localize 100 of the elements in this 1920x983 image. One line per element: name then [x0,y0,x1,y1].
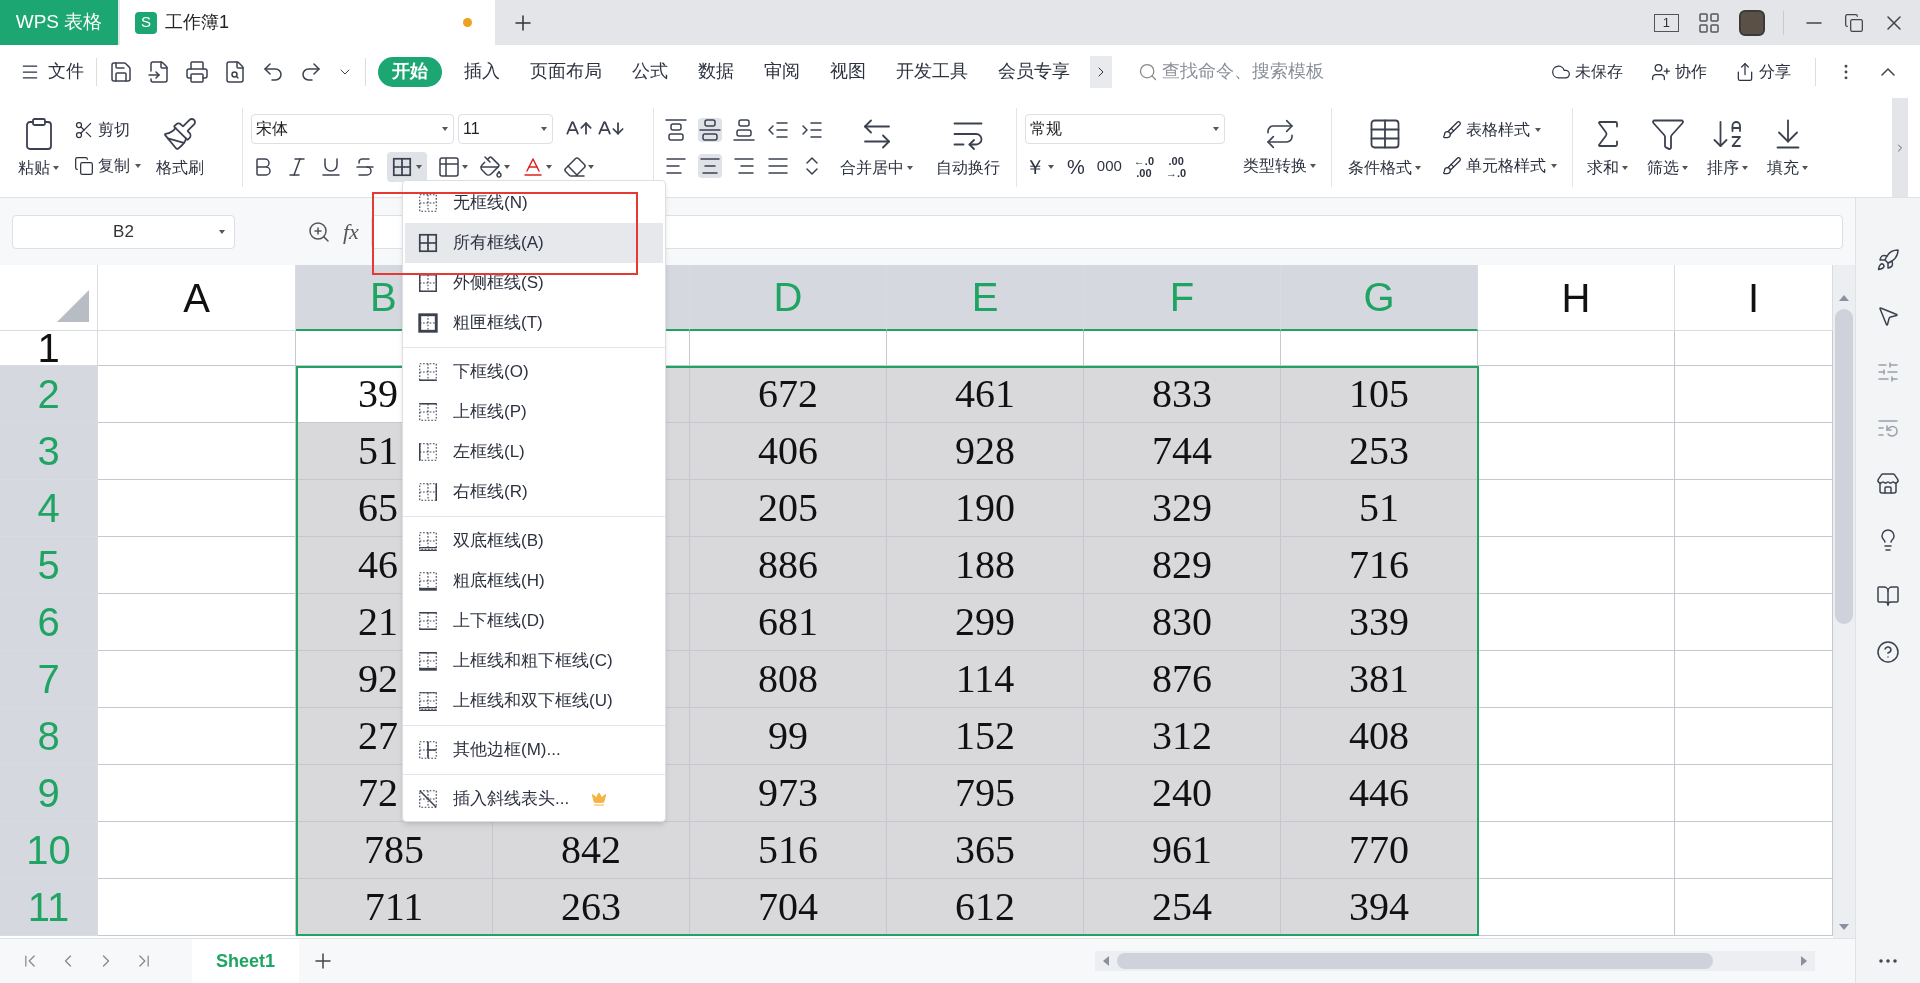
horizontal-scrollbar[interactable] [1095,951,1815,971]
border-style-icon [417,361,439,383]
column-letter: E [971,274,999,321]
sliders-icon[interactable] [1876,360,1900,384]
format-painter-button[interactable]: 格式刷 [150,111,210,184]
table-cell: 114 [887,651,1084,708]
table-cell: 406 [690,423,887,480]
ribbon-tab[interactable]: 审阅 [756,56,808,87]
table-cell: 886 [690,537,887,594]
caret-icon [1414,163,1422,172]
conditional-format-button[interactable]: 条件格式 [1342,111,1428,184]
copy-button[interactable]: 复制 [70,151,146,180]
zoom-icon[interactable] [307,219,331,244]
column-header[interactable]: A [98,265,296,331]
border-style-icon [417,788,439,810]
increase-decimal-button[interactable]: ←.0 .00 [1133,154,1154,179]
borders-button[interactable] [387,151,427,182]
paste-button[interactable]: 粘贴 [12,111,66,184]
type-convert-button[interactable]: 类型转换 [1237,113,1323,182]
draw-border-icon[interactable] [437,154,461,179]
print-icon[interactable] [185,59,209,84]
function-label[interactable]: fx [343,215,359,248]
table-cell: 408 [1281,708,1478,765]
save-icon[interactable] [109,59,133,84]
ribbon-tab[interactable]: 数据 [690,56,742,87]
ribbon-tab[interactable]: 会员专享 [990,56,1078,87]
sort-button[interactable]: 排序 [1701,111,1755,184]
format-painter-icon [162,115,198,152]
border-style-icon [417,610,439,632]
caret-icon [441,124,449,133]
table-cell: 785 [296,822,493,879]
scroll-left-icon[interactable] [1103,956,1109,966]
save-status-button[interactable]: 未保存 [1547,57,1627,86]
ribbon-tab[interactable]: 公式 [624,56,676,87]
scroll-up-icon[interactable] [1839,295,1849,301]
ribbon-tab[interactable]: 插入 [456,56,508,87]
filter-button[interactable]: 筛选 [1641,111,1695,184]
document-tab[interactable]: S 工作簿1 [120,0,495,45]
collaborate-icon [1651,61,1671,82]
eraser-icon[interactable] [563,154,587,179]
merge-center-button[interactable]: 合并居中 [834,111,920,184]
name-box[interactable]: B2 [12,214,235,249]
table-cell: 240 [1084,765,1281,822]
column-header[interactable]: H [1478,265,1675,331]
percent-button[interactable]: % [1067,151,1085,182]
align-middle-icon[interactable] [698,117,722,142]
border-style-icon [417,232,439,254]
align-bottom-icon[interactable] [732,117,756,142]
cell-style-button[interactable]: 单元格样式 [1438,151,1562,180]
table-cell: 744 [1084,423,1281,480]
menu-item[interactable]: 所有框线(A) [405,223,663,263]
store-icon[interactable] [1876,472,1900,496]
thousands-separator-button[interactable]: 000 [1096,155,1122,178]
copy-icon [74,155,94,176]
ribbon-tab[interactable]: 页面布局 [522,56,610,87]
rocket-icon[interactable] [1876,248,1900,272]
cursor-icon[interactable] [1876,304,1900,328]
caret-icon [1309,161,1317,170]
table-cell: 312 [1084,708,1281,765]
print-preview-icon[interactable] [223,59,247,84]
table-cell: 681 [690,594,887,651]
number-format-select[interactable]: 常规 [1025,113,1225,144]
table-style-button[interactable]: 表格样式 [1438,115,1562,144]
book-icon[interactable] [1876,584,1900,608]
screen-count-button[interactable]: 1 [1653,13,1679,32]
collaborate-button[interactable]: 协作 [1647,57,1711,86]
restore-icon[interactable] [1844,12,1864,33]
column-letter: A [183,274,210,322]
export-icon[interactable] [147,59,171,84]
ribbon-tab[interactable]: 开发工具 [888,56,976,87]
share-icon [1735,61,1755,82]
help-icon[interactable] [1876,640,1900,664]
apps-grid-icon[interactable] [1697,10,1721,35]
font-size-select[interactable]: 11 [458,113,553,144]
vertical-scrollbar[interactable] [1833,265,1855,938]
ribbon-tab[interactable]: 视图 [822,56,874,87]
menu-item[interactable]: 无框线(N) [405,183,663,223]
column-header[interactable]: I [1675,265,1833,331]
scrollbar-thumb[interactable] [1835,309,1853,624]
row-header[interactable]: 1 [0,331,98,366]
decrease-decimal-button[interactable]: .00 →.0 [1166,154,1187,179]
sum-button[interactable]: 求和 [1581,111,1635,184]
fill-button[interactable]: 填充 [1761,111,1815,184]
avatar[interactable] [1739,9,1765,36]
command-search-field[interactable]: 查找命令、搜索模板 [1138,58,1398,85]
scroll-right-icon[interactable] [1801,956,1807,966]
fill-color-icon[interactable] [479,154,503,179]
currency-button[interactable]: ￥ [1025,151,1055,182]
scroll-down-icon[interactable] [1839,924,1849,930]
table-cell: 381 [1281,651,1478,708]
scrollbar-thumb[interactable] [1117,953,1713,969]
align-top-icon[interactable] [664,117,688,142]
font-name-select[interactable]: 宋体 [251,113,454,144]
cut-button[interactable]: 剪切 [70,115,146,144]
table-cell: 704 [690,879,887,936]
share-button[interactable]: 分享 [1731,57,1795,86]
table-cell: 672 [690,366,887,423]
wrap-text-button[interactable]: 自动换行 [930,111,1006,184]
caret-icon [461,162,469,171]
file-menu[interactable]: 文件 [20,58,84,85]
